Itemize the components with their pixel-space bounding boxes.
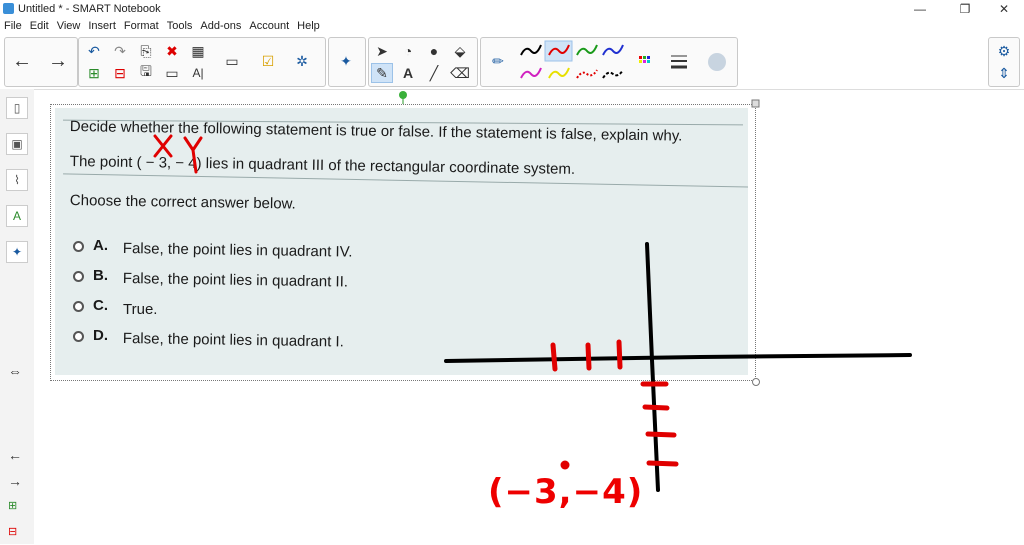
menu-account[interactable]: Account xyxy=(245,18,293,32)
menu-bar: File Edit View Insert Format Tools Add-ons Acco… xyxy=(0,18,1024,34)
fill-shape-icon[interactable]: ● xyxy=(423,41,445,61)
resize-sidebar-icon[interactable]: ⇔ xyxy=(8,363,22,379)
attachments-tab-icon[interactable]: ⌇ xyxy=(6,169,28,191)
screen-capture-icon[interactable]: ▭ xyxy=(221,51,243,71)
shapes-icon[interactable]: ◔ xyxy=(397,41,419,61)
settings-group: ⚙ ⇕ xyxy=(988,37,1020,87)
menu-file[interactable]: File xyxy=(0,18,26,32)
add-page-icon[interactable]: ⊞ xyxy=(83,63,105,83)
move-toolbar-icon[interactable]: ⇕ xyxy=(993,63,1015,83)
nav-group: ← → xyxy=(4,37,78,87)
menu-help[interactable]: Help xyxy=(293,18,324,32)
undo-icon[interactable]: ↶ xyxy=(83,41,105,61)
select-icon[interactable]: ➤ xyxy=(371,41,393,61)
tools-group: ➤ ◔ ● ⬙ ✎ A ╱ ⌫ xyxy=(368,37,478,87)
close-button[interactable]: ✕ xyxy=(984,0,1024,18)
menu-tools[interactable]: Tools xyxy=(163,18,197,32)
selection-frame[interactable] xyxy=(50,104,756,381)
puzzle-icon[interactable]: ✦ xyxy=(335,51,357,71)
show-screen-icon[interactable]: ▭ xyxy=(161,63,183,83)
app-icon xyxy=(3,3,14,14)
page-group: ↶ ↷ ⎘ ✖ ▦ ▭ ☑ ✲ ⊞ ⊟ 🖫 ▭ A| xyxy=(78,37,326,87)
delete-icon[interactable]: ✖ xyxy=(161,41,183,61)
sidebar-prev-icon[interactable]: ← xyxy=(8,447,22,463)
page-sorter-icon[interactable]: ⎘ xyxy=(135,41,157,61)
window-title: Untitled * - SMART Notebook xyxy=(18,3,161,15)
remove-page-icon[interactable]: ⊟ xyxy=(109,63,131,83)
line-tool-icon[interactable]: ╱ xyxy=(423,63,445,83)
sidebar-next-icon[interactable]: → xyxy=(8,473,22,489)
save-icon[interactable]: 🖫 xyxy=(135,63,157,83)
addon-icon[interactable]: ✲ xyxy=(291,51,313,71)
next-page-button[interactable]: → xyxy=(47,50,69,72)
restore-button[interactable]: ❐ xyxy=(945,0,985,18)
gear-icon[interactable]: ⚙ xyxy=(993,41,1015,61)
menu-format[interactable]: Format xyxy=(120,18,163,32)
redo-icon[interactable]: ↷ xyxy=(109,41,131,61)
sidebar-add-page-icon[interactable]: ⊞ xyxy=(8,499,17,512)
response-icon[interactable]: ☑ xyxy=(257,51,279,71)
pen-group: ✏ xyxy=(480,37,738,87)
gallery-tab-icon[interactable]: ▣ xyxy=(6,133,28,155)
table-icon[interactable]: ▦ xyxy=(187,41,209,61)
sidebar-delete-page-icon[interactable]: ⊟ xyxy=(8,525,17,538)
previous-page-button[interactable]: ← xyxy=(11,50,33,72)
menu-view[interactable]: View xyxy=(53,18,85,32)
properties-tab-icon[interactable]: A xyxy=(6,205,28,227)
eraser-icon[interactable]: ⌫ xyxy=(449,63,471,83)
sidebar: ▯ ▣ ⌇ A ✦ ⇔ ← → ⊞ ⊟ xyxy=(0,89,35,544)
fill-icon[interactable]: ⬙ xyxy=(449,41,471,61)
menu-edit[interactable]: Edit xyxy=(26,18,53,32)
pen-swatches[interactable] xyxy=(481,38,737,86)
pen-tool-icon[interactable]: ✎ xyxy=(371,63,393,83)
menu-insert[interactable]: Insert xyxy=(84,18,120,32)
addons-tab-icon[interactable]: ✦ xyxy=(6,241,28,263)
page-sorter-tab-icon[interactable]: ▯ xyxy=(6,97,28,119)
minimize-button[interactable]: — xyxy=(900,0,940,18)
point-label: (−3,−4) xyxy=(488,472,644,512)
text-ai-icon[interactable]: A| xyxy=(187,63,209,83)
menu-addons[interactable]: Add-ons xyxy=(196,18,245,32)
puzzle-group: ✦ xyxy=(328,37,366,87)
toolbar: ← → ↶ ↷ ⎘ ✖ ▦ ▭ ☑ ✲ ⊞ ⊟ 🖫 ▭ A| ✦ ➤ ◔ ● ⬙… xyxy=(0,35,1024,89)
title-bar: Untitled * - SMART Notebook — ❐ ✕ xyxy=(0,0,1024,18)
text-tool-icon[interactable]: A xyxy=(397,63,419,83)
